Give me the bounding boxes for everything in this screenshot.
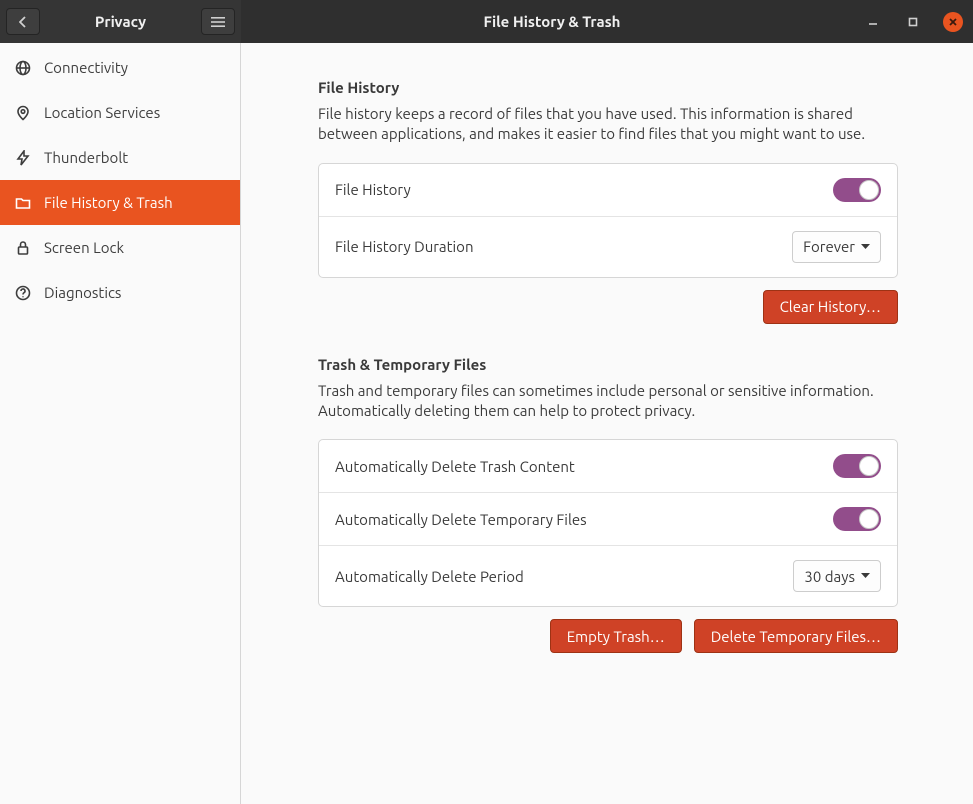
sidebar-item-diagnostics[interactable]: Diagnostics <box>0 270 240 315</box>
auto-delete-temp-label: Automatically Delete Temporary Files <box>335 511 587 528</box>
file-history-description: File history keeps a record of files tha… <box>318 104 898 145</box>
window-maximize-button[interactable] <box>903 12 923 32</box>
sidebar-item-thunderbolt[interactable]: Thunderbolt <box>0 135 240 180</box>
chevron-down-icon <box>861 573 870 579</box>
sidebar-title: Privacy <box>40 13 201 30</box>
back-button[interactable] <box>6 8 40 35</box>
sidebar-item-label: Connectivity <box>44 59 128 76</box>
auto-delete-temp-switch[interactable] <box>833 507 881 531</box>
trash-description: Trash and temporary files can sometimes … <box>318 381 898 422</box>
question-icon <box>14 284 32 302</box>
empty-trash-button[interactable]: Empty Trash… <box>550 619 682 653</box>
clear-history-button[interactable]: Clear History… <box>763 290 898 324</box>
sidebar-item-label: Location Services <box>44 104 160 121</box>
chevron-left-icon <box>19 16 27 28</box>
sidebar-item-file-history-trash[interactable]: File History & Trash <box>0 180 240 225</box>
trash-panel: Automatically Delete Trash Content Autom… <box>318 439 898 607</box>
location-icon <box>14 104 32 122</box>
titlebar: Privacy File History & Trash <box>0 0 973 43</box>
sidebar-item-label: Screen Lock <box>44 239 124 256</box>
delete-temporary-files-button[interactable]: Delete Temporary Files… <box>694 619 898 653</box>
auto-delete-trash-label: Automatically Delete Trash Content <box>335 458 575 475</box>
minimize-icon <box>868 17 878 27</box>
auto-delete-trash-switch[interactable] <box>833 454 881 478</box>
close-icon <box>948 17 958 27</box>
sidebar-item-connectivity[interactable]: Connectivity <box>0 45 240 90</box>
auto-delete-trash-row: Automatically Delete Trash Content <box>319 440 897 492</box>
file-history-toggle-label: File History <box>335 181 411 198</box>
content-area: File History File history keeps a record… <box>241 43 973 804</box>
sidebar: Connectivity Location Services Thunderbolt… <box>0 43 241 804</box>
auto-delete-period-row: Automatically Delete Period 30 days <box>319 545 897 606</box>
file-history-duration-value: Forever <box>803 238 855 255</box>
sidebar-item-label: File History & Trash <box>44 194 173 211</box>
auto-delete-temp-row: Automatically Delete Temporary Files <box>319 492 897 545</box>
file-history-duration-label: File History Duration <box>335 238 474 255</box>
page-title: File History & Trash <box>241 13 863 30</box>
auto-delete-period-dropdown[interactable]: 30 days <box>793 560 881 592</box>
globe-icon <box>14 59 32 77</box>
lock-icon <box>14 239 32 257</box>
file-history-toggle-row: File History <box>319 164 897 216</box>
file-history-switch[interactable] <box>833 178 881 202</box>
sidebar-item-label: Diagnostics <box>44 284 121 301</box>
auto-delete-period-value: 30 days <box>804 568 855 585</box>
file-history-duration-row: File History Duration Forever <box>319 216 897 277</box>
auto-delete-period-label: Automatically Delete Period <box>335 568 524 585</box>
sidebar-item-screen-lock[interactable]: Screen Lock <box>0 225 240 270</box>
trash-title: Trash & Temporary Files <box>318 356 898 373</box>
maximize-icon <box>908 17 918 27</box>
file-history-title: File History <box>318 79 898 96</box>
sidebar-item-label: Thunderbolt <box>44 149 128 166</box>
folder-icon <box>14 194 32 212</box>
sidebar-item-location-services[interactable]: Location Services <box>0 90 240 135</box>
file-history-panel: File History File History Duration Forev… <box>318 163 898 278</box>
hamburger-icon <box>211 16 225 28</box>
chevron-down-icon <box>861 244 870 250</box>
window-close-button[interactable] <box>943 12 963 32</box>
hamburger-menu-button[interactable] <box>201 8 235 35</box>
file-history-duration-dropdown[interactable]: Forever <box>792 231 881 263</box>
thunderbolt-icon <box>14 149 32 167</box>
window-minimize-button[interactable] <box>863 12 883 32</box>
